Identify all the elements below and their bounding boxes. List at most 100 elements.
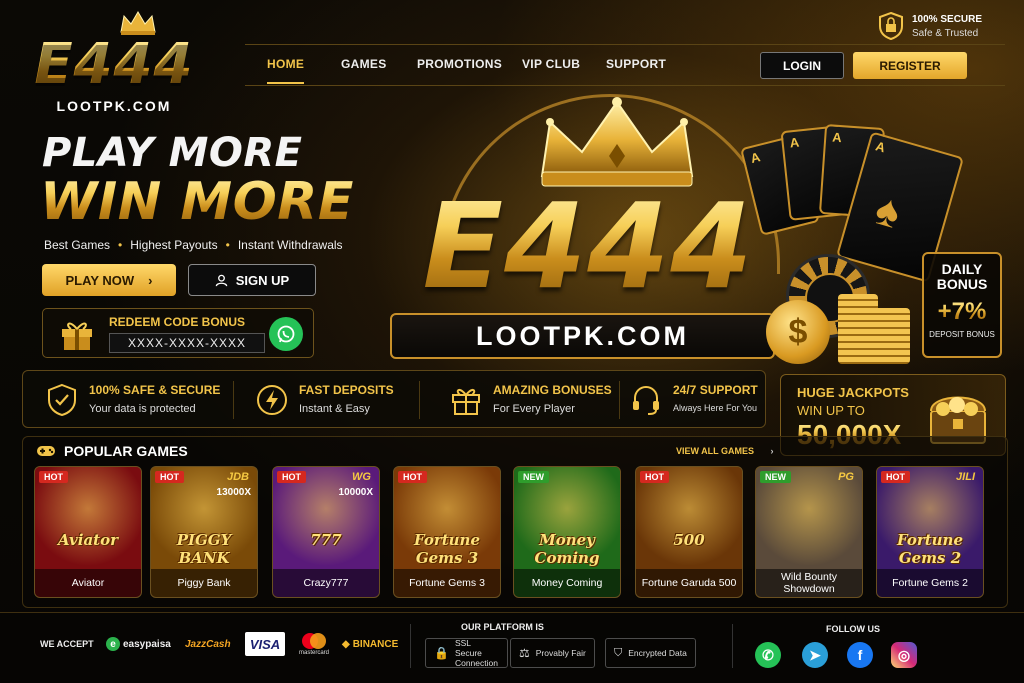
game-tile[interactable]: PG NEW Wild Bounty Showdown <box>755 466 863 598</box>
headset-icon <box>633 386 659 415</box>
game-art-title: 500 <box>673 531 705 549</box>
game-tile[interactable]: Fortune Gems 2 JILI HOT Fortune Gems 2 <box>876 466 984 598</box>
nav-vip-club[interactable]: VIP CLUB <box>522 57 580 71</box>
game-tile[interactable]: PIGGY BANK JDB 13000X HOT Piggy Bank <box>150 466 258 598</box>
game-badge: HOT <box>155 471 184 483</box>
payment-binance: ◆ BINANCE <box>342 632 398 656</box>
tagline-item: Instant Withdrawals <box>237 238 343 252</box>
game-prize: 13000X <box>216 487 251 498</box>
logo-text: E444 <box>14 34 214 96</box>
divider <box>419 381 420 419</box>
game-art: Fortune Gems 3 HOT <box>394 467 500 571</box>
game-badge: HOT <box>640 471 669 483</box>
game-art-title: Money Coming <box>534 531 600 567</box>
game-badge: NEW <box>760 471 791 483</box>
game-prize: 10000X <box>338 487 373 498</box>
chevron-right-icon: › <box>770 446 774 456</box>
hero-headline-2: WIN MORE <box>40 172 354 232</box>
game-badge: NEW <box>518 471 549 483</box>
easypaisa-icon: e <box>106 637 120 651</box>
trust-label: SSL Secure Connection <box>454 638 498 668</box>
user-icon <box>215 274 228 286</box>
daily-bonus-badge[interactable]: DAILY BONUS +7% DEPOSIT BONUS <box>922 252 1002 358</box>
whatsapp-icon <box>277 325 295 343</box>
hero-headline-1: PLAY MORE <box>42 130 303 176</box>
game-badge: HOT <box>277 471 306 483</box>
dollar-coin-icon: $ <box>766 300 830 364</box>
game-tile[interactable]: Aviator HOT Aviator <box>34 466 142 598</box>
feature-sub: Your data is protected <box>89 403 196 415</box>
card-rank: A <box>748 149 762 167</box>
game-art: 500 HOT <box>636 467 742 571</box>
game-tile[interactable]: 777 WG 10000X HOT Crazy777 <box>272 466 380 598</box>
game-badge: HOT <box>39 471 68 483</box>
spade-icon: ♠ <box>870 184 907 239</box>
game-art: Aviator HOT <box>35 467 141 571</box>
game-name: Piggy Bank <box>151 569 257 597</box>
feature-title: 100% SAFE & SECURE <box>89 383 221 397</box>
gift-icon <box>62 322 92 350</box>
payment-label: BINANCE <box>352 638 399 650</box>
jackpot-sub: WIN UP TO <box>797 403 865 418</box>
divider <box>233 381 234 419</box>
game-name: Money Coming <box>514 569 620 597</box>
daily-bonus-title-1: DAILY <box>941 261 983 277</box>
nav-promotions[interactable]: PROMOTIONS <box>417 57 502 71</box>
game-provider: JDB <box>226 471 249 483</box>
features-bar: 100% SAFE & SECURE Your data is protecte… <box>22 370 766 428</box>
card-rank: A <box>873 138 888 156</box>
view-all-games-link[interactable]: VIEW ALL GAMES › <box>676 446 774 456</box>
card-rank: A <box>831 129 843 146</box>
secure-title: 100% SECURE <box>912 14 983 25</box>
game-art: PG NEW <box>756 467 862 571</box>
logo-domain: LOOTPK.COM <box>56 98 172 114</box>
register-button[interactable]: REGISTER <box>853 52 967 79</box>
trust-fair: ⚖ Provably Fair <box>510 638 595 668</box>
game-art-title: Fortune Gems 2 <box>896 531 964 567</box>
scales-icon: ⚖ <box>519 646 530 660</box>
view-all-label: VIEW ALL GAMES <box>676 446 755 456</box>
redeem-code-field[interactable]: XXXX-XXXX-XXXX <box>109 333 265 353</box>
game-tile[interactable]: Fortune Gems 3 HOT Fortune Gems 3 <box>393 466 501 598</box>
binance-icon: ◆ <box>342 638 350 650</box>
popular-games-title: POPULAR GAMES <box>64 443 188 459</box>
popular-games-header: POPULAR GAMES <box>36 443 188 459</box>
login-button[interactable]: LOGIN <box>760 52 844 79</box>
nav-games[interactable]: GAMES <box>341 57 387 71</box>
facebook-icon[interactable]: f <box>847 642 873 668</box>
daily-bonus-title-2: BONUS <box>936 276 988 292</box>
telegram-icon[interactable]: ➤ <box>802 642 828 668</box>
tagline-item: Best Games <box>44 238 111 252</box>
game-name: Crazy777 <box>273 569 379 597</box>
feature-title: 24/7 SUPPORT <box>673 383 758 397</box>
nav-home[interactable]: HOME <box>267 57 305 84</box>
secure-subtitle: Safe & Trusted <box>912 28 979 39</box>
play-now-button[interactable]: PLAY NOW › <box>42 264 176 296</box>
feature-sub: Instant & Easy <box>299 403 370 415</box>
game-art: Fortune Gems 2 JILI HOT <box>877 467 983 571</box>
hero-site-banner: LOOTPK.COM <box>390 313 775 359</box>
tagline-item: Highest Payouts <box>130 238 218 252</box>
feature-sub: Always Here For You <box>673 403 758 413</box>
sign-up-button[interactable]: SIGN UP <box>188 264 316 296</box>
whatsapp-button[interactable] <box>269 317 303 351</box>
whatsapp-icon[interactable]: ✆ <box>755 642 781 668</box>
redeem-label: REDEEM CODE BONUS <box>109 315 246 329</box>
game-provider: JILI <box>956 471 975 483</box>
instagram-icon[interactable]: ◎ <box>891 642 917 668</box>
site-logo[interactable]: E444 LOOTPK.COM <box>14 10 214 114</box>
game-art: Money Coming NEW <box>514 467 620 571</box>
game-name: Fortune Gems 2 <box>877 569 983 597</box>
secure-badge: 100% SECURE Safe & Trusted <box>878 12 1008 40</box>
card-rank: A <box>788 134 800 151</box>
jackpot-title: HUGE JACKPOTS <box>797 385 909 400</box>
game-tile[interactable]: 500 HOT Fortune Garuda 500 <box>635 466 743 598</box>
bullet-dot: • <box>118 238 123 252</box>
sign-up-label: SIGN UP <box>235 272 290 288</box>
game-tile[interactable]: Money Coming NEW Money Coming <box>513 466 621 598</box>
nav-support[interactable]: SUPPORT <box>606 57 666 71</box>
lock-icon: 🔒 <box>434 646 449 660</box>
game-art-title: Aviator <box>58 531 118 549</box>
game-art-title: Fortune Gems 3 <box>413 531 481 567</box>
game-art: PIGGY BANK JDB 13000X HOT <box>151 467 257 571</box>
